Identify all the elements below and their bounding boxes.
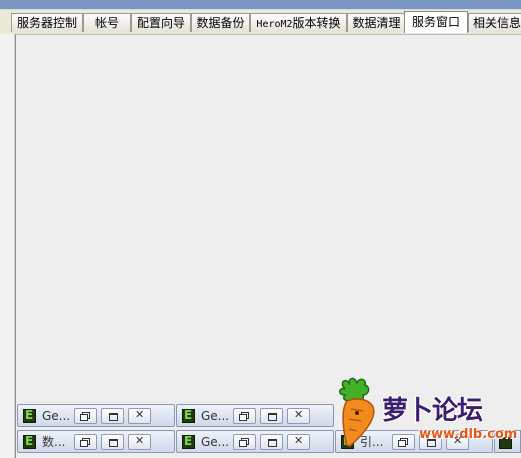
tab-bar: 服务器控制 帐号 配置向导 数据备份 HeroM2版本转换 数据清理 服务窗口 … bbox=[0, 10, 521, 34]
watermark-logo: 萝卜论坛 www.dlb.com bbox=[335, 375, 517, 458]
tab-label-suffix: 版本转换 bbox=[292, 16, 341, 30]
close-icon[interactable] bbox=[287, 407, 310, 424]
minimized-window[interactable]: Ge... bbox=[176, 404, 334, 427]
window-title: 数... bbox=[42, 435, 66, 449]
title-bar-edge bbox=[0, 0, 521, 10]
tab-herom2-version-convert[interactable]: HeroM2版本转换 bbox=[250, 13, 347, 32]
watermark-name: 萝卜论坛 bbox=[382, 396, 483, 426]
restore-icon[interactable] bbox=[233, 407, 256, 424]
left-gutter bbox=[0, 34, 15, 458]
maximize-icon[interactable] bbox=[260, 433, 283, 450]
tab-label-prefix: HeroM2 bbox=[256, 19, 293, 30]
minimized-window[interactable]: Ge... bbox=[17, 404, 175, 427]
close-icon[interactable] bbox=[287, 433, 310, 450]
app-e-icon bbox=[23, 434, 36, 449]
close-icon[interactable] bbox=[128, 407, 151, 424]
app-e-icon bbox=[23, 408, 36, 423]
tab-label: 帐号 bbox=[94, 16, 119, 30]
close-icon[interactable] bbox=[128, 433, 151, 450]
restore-icon[interactable] bbox=[74, 407, 97, 424]
app-e-icon bbox=[182, 408, 195, 423]
tab-service-window[interactable]: 服务窗口 bbox=[404, 11, 468, 33]
tab-label: 数据备份 bbox=[196, 16, 245, 30]
minimized-window[interactable]: 数... bbox=[17, 430, 175, 453]
tab-data-cleanup[interactable]: 数据清理 bbox=[347, 13, 406, 32]
tab-data-backup[interactable]: 数据备份 bbox=[191, 13, 250, 32]
tab-server-control[interactable]: 服务器控制 bbox=[11, 13, 83, 32]
tab-related-info[interactable]: 相关信息 bbox=[468, 13, 521, 32]
maximize-icon[interactable] bbox=[101, 407, 124, 424]
tab-label: 相关信息 bbox=[473, 16, 521, 30]
tab-config-wizard[interactable]: 配置向导 bbox=[131, 13, 191, 32]
window-title: Ge... bbox=[201, 434, 229, 449]
tab-label: 服务器控制 bbox=[16, 16, 77, 30]
tab-account[interactable]: 帐号 bbox=[83, 13, 131, 32]
maximize-icon[interactable] bbox=[260, 407, 283, 424]
window-title: Ge... bbox=[42, 408, 70, 423]
tab-label: 配置向导 bbox=[136, 16, 185, 30]
minimized-window[interactable]: Ge... bbox=[176, 430, 334, 453]
tab-label: 服务窗口 bbox=[411, 15, 460, 29]
restore-icon[interactable] bbox=[233, 433, 256, 450]
maximize-icon[interactable] bbox=[101, 433, 124, 450]
app-e-icon bbox=[182, 434, 195, 449]
watermark-url: www.dlb.com bbox=[419, 427, 518, 442]
restore-icon[interactable] bbox=[74, 433, 97, 450]
window-title: Ge... bbox=[201, 408, 229, 423]
tab-label: 数据清理 bbox=[352, 16, 401, 30]
